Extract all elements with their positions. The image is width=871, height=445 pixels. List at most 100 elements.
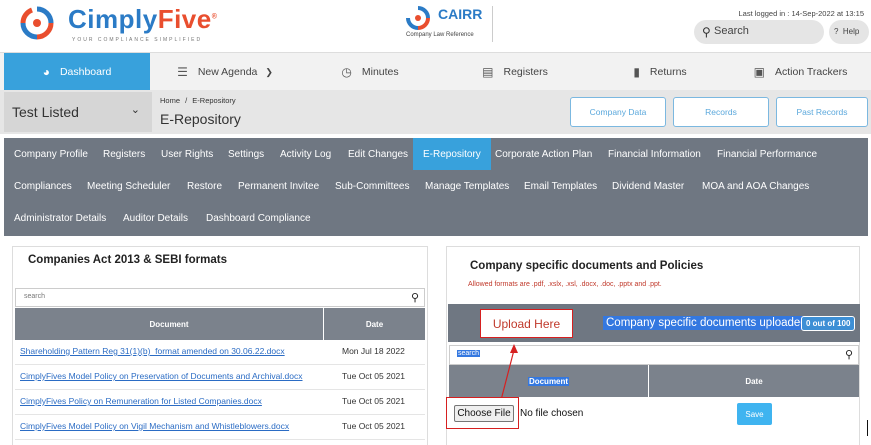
help-question-icon: ? [834,27,839,36]
subnav-auditor-details[interactable]: Auditor Details [123,202,188,234]
formats-panel-title: Companies Act 2013 & SEBI formats [28,254,227,266]
search-icon: ⚲ [844,349,853,361]
subnav-compliances[interactable]: Compliances [14,170,72,202]
logo-ring-icon [20,6,54,40]
page-title: E-Repository [160,111,241,127]
dashboard-icon: ◕ [42,65,50,79]
document-date: Tue Oct 05 2021 [342,371,406,381]
company-docs-title: Company specific documents and Policies [470,260,704,272]
nav-minutes[interactable]: ◷ Minutes [300,53,440,91]
subnav-sub-committees[interactable]: Sub-Committees [335,170,409,202]
nav-returns[interactable]: ▮ Returns [590,53,730,91]
brand-name: CimplyFive® [68,4,218,34]
subnav-financial-information[interactable]: Financial Information [608,138,701,170]
brand-tagline: YOUR COMPLIANCE SIMPLIFIED [72,37,203,43]
help-button[interactable]: ? Help [829,20,869,44]
subnav-corporate-action-plan[interactable]: Corporate Action Plan [495,138,592,170]
search-icon: ⚲ [702,25,711,39]
company-select-value: Test Listed [12,104,79,120]
nav-action-trackers-label: Action Trackers [774,66,848,78]
formats-search-placeholder: search [24,293,46,300]
company-select[interactable]: Test Listed ⌄ [4,92,152,132]
global-search[interactable]: ⚲ Search [694,20,824,44]
subnav-restore[interactable]: Restore [187,170,222,202]
allowed-formats-note: Allowed formats are .pdf, .xslx, .xsl, .… [468,281,662,288]
subnav-meeting-scheduler[interactable]: Meeting Scheduler [87,170,170,202]
tracker-icon: ▣ [753,65,765,79]
nav-action-trackers[interactable]: ▣ Action Trackers [730,53,871,91]
subnav-financial-performance[interactable]: Financial Performance [717,138,817,170]
formats-search-input[interactable]: search ⚲ [15,288,425,307]
help-label: Help [842,27,860,36]
subnav-activity-log[interactable]: Activity Log [280,138,331,170]
nav-dashboard-label: Dashboard [59,66,112,78]
chevron-down-icon: ⌄ [130,104,140,116]
past-records-button[interactable]: Past Records [776,97,868,127]
document-date: Mon Jul 18 2022 [342,346,405,356]
subnav-manage-templates[interactable]: Manage Templates [425,170,509,202]
breadcrumb-separator: / [185,96,188,105]
nav-registers[interactable]: ▤ Registers [440,53,590,91]
company-data-button[interactable]: Company Data [570,97,666,127]
cairr-ring-icon [406,6,430,30]
subnav-user-rights[interactable]: User Rights [161,138,213,170]
subnav-permanent-invitee[interactable]: Permanent Invitee [238,170,319,202]
breadcrumb: Home / E-Repository [160,96,236,105]
sub-nav: Company Profile Registers User Rights Se… [4,138,868,236]
register-icon: ▤ [482,65,494,79]
text-cursor [867,420,868,436]
nav-minutes-label: Minutes [361,66,399,78]
cairr-logo[interactable]: CAIRR Company Law Reference [406,4,496,40]
document-link[interactable]: Shareholding Pattern Reg 31(1)(b)_format… [20,346,285,356]
chevron-down-icon: ❯ [265,66,273,77]
records-button[interactable]: Records [673,97,769,127]
table-row: Shareholding Pattern Reg 31(1)(b)_format… [15,340,425,365]
last-logged-in: Last logged in : 14-Sep-2022 at 13:15 [738,9,864,18]
subnav-edit-changes[interactable]: Edit Changes [348,138,408,170]
header-divider [492,6,493,42]
table-row: CimplyFives Model Policy on Vigil Mechan… [15,415,425,440]
subnav-settings[interactable]: Settings [228,138,264,170]
search-icon: ⚲ [410,292,419,304]
subnav-administrator-details[interactable]: Administrator Details [14,202,106,234]
save-button[interactable]: Save [737,403,772,425]
nav-dashboard[interactable]: ◕ Dashboard [4,53,150,91]
global-search-label: Search [714,25,749,37]
document-link[interactable]: CimplyFives Model Policy on Vigil Mechan… [20,421,289,431]
subnav-e-repository[interactable]: E-Repository [413,138,491,170]
formats-column-document[interactable]: Document [15,308,323,340]
company-docs-column-date[interactable]: Date [649,365,859,397]
subnav-email-templates[interactable]: Email Templates [524,170,597,202]
breadcrumb-home[interactable]: Home [160,96,180,105]
no-file-text: No file chosen [520,408,584,419]
subnav-company-profile[interactable]: Company Profile [14,138,88,170]
brand-name-part1: Cimply [68,4,158,34]
nav-new-agenda[interactable]: ☰ New Agenda ❯ [150,53,300,91]
company-docs-column-document[interactable]: Document [449,365,648,397]
nav-new-agenda-label: New Agenda [197,66,258,78]
partner-name: CAIRR [438,6,483,22]
subnav-dashboard-compliance[interactable]: Dashboard Compliance [206,202,311,234]
breadcrumb-current: E-Repository [192,96,236,105]
subnav-registers[interactable]: Registers [103,138,145,170]
formats-column-date[interactable]: Date [324,308,425,340]
list-icon: ☰ [177,65,188,79]
company-docs-column-document-label: Document [527,376,570,386]
company-docs-search-placeholder: search [457,350,481,357]
document-date: Tue Oct 05 2021 [342,421,406,431]
brand-name-part2: Five [157,4,212,34]
table-row: CimplyFives Model Policy on Preservation… [15,365,425,390]
partner-subtitle: Company Law Reference [406,32,474,38]
choose-file-button[interactable]: Choose File [454,405,514,422]
cimplyfive-logo[interactable]: CimplyFive® YOUR COMPLIANCE SIMPLIFIED [20,4,217,44]
document-link[interactable]: CimplyFives Model Policy on Preservation… [20,371,303,381]
subnav-dividend-master[interactable]: Dividend Master [612,170,684,202]
uploaded-count-label: Company specific documents uploaded : [603,316,817,330]
nav-returns-label: Returns [649,66,687,78]
clock-icon: ◷ [341,65,352,79]
document-link[interactable]: CimplyFives Policy on Remuneration for L… [20,396,262,406]
uploaded-count-badge: 0 out of 100 [801,316,856,331]
document-date: Tue Oct 05 2021 [342,396,406,406]
document-icon: ▮ [633,65,640,79]
subnav-moa-aoa-changes[interactable]: MOA and AOA Changes [702,170,809,202]
